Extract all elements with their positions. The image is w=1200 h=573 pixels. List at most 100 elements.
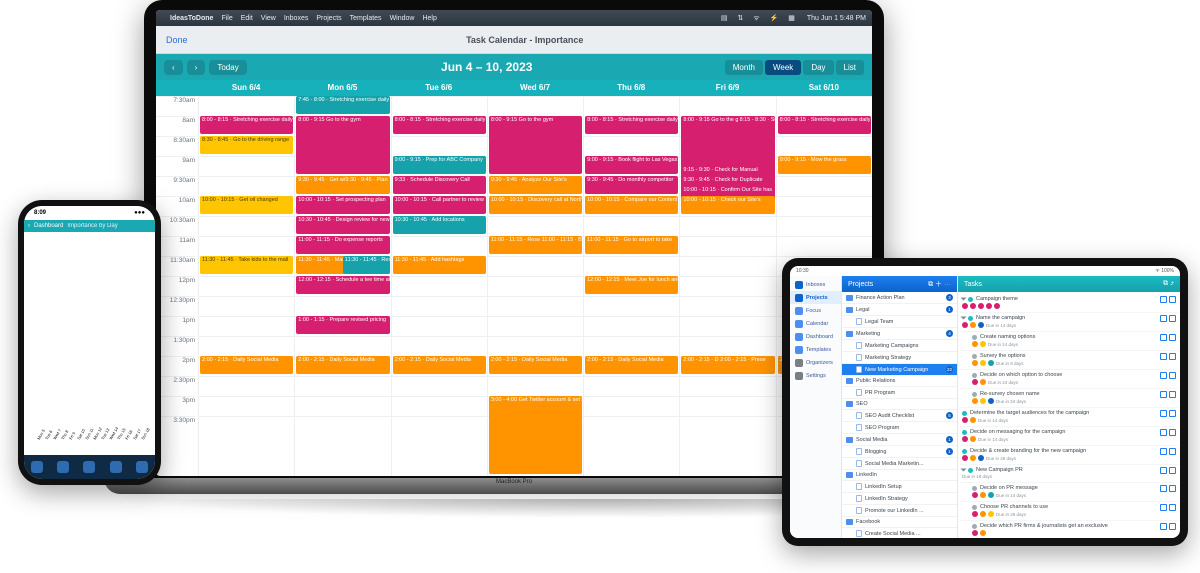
task-item[interactable]: Survey the optionsDue in 9 days xyxy=(960,351,1178,370)
task-item[interactable]: Determine the target audiences for the c… xyxy=(960,408,1178,427)
calendar-event[interactable]: 9:00 - 9:15 · Mow the grass xyxy=(778,156,871,174)
calendar-event[interactable]: 11:00 - 11:15 · Go to airport to take xyxy=(585,236,678,254)
project-item[interactable]: PR Program xyxy=(842,387,957,399)
calendar-event[interactable]: 8:15 - 8:30 · Stretc xyxy=(738,116,775,134)
copy-icon[interactable] xyxy=(1160,334,1167,341)
calendar-event[interactable]: 11:30 - 11:45 · Take kids to the mall xyxy=(200,256,293,274)
calendar-event[interactable]: 10:00 - 10:15 · Compare our Content xyxy=(585,196,678,214)
menu-file[interactable]: File xyxy=(221,15,232,22)
calendar-event[interactable]: 9:30 - 9:45 · Do monthly competitor xyxy=(585,176,678,194)
menu-help[interactable]: Help xyxy=(422,15,436,22)
copy-icon[interactable] xyxy=(1160,504,1167,511)
menu-window[interactable]: Window xyxy=(390,15,415,22)
view-day[interactable]: Day xyxy=(803,60,833,75)
calendar-event[interactable]: 9:30 - 9:45 · Get w/9:30 - 9:45 · Plan xyxy=(296,176,389,194)
task-item[interactable]: Decide on PR messageDue in 14 days xyxy=(960,483,1178,502)
project-item[interactable]: Create Social Media ... xyxy=(842,528,957,538)
sidebar-item-focus[interactable]: Focus xyxy=(790,304,841,317)
calendar-event[interactable]: 10:30 - 10:45 · Design review for new xyxy=(296,216,389,234)
copy-icon[interactable] xyxy=(1160,391,1167,398)
task-item[interactable]: Decide on which option to chooseDue in 2… xyxy=(960,370,1178,389)
project-item[interactable]: Social Media1 xyxy=(842,434,957,446)
view-month[interactable]: Month xyxy=(725,60,763,75)
calendar-event[interactable]: 9:00 - 9:15 · Book flight to Las Vegas xyxy=(585,156,678,174)
copy-icon[interactable] xyxy=(1160,296,1167,303)
calendar-event[interactable]: 2:00 - 2:15 · Daily Social Media xyxy=(489,356,582,374)
menu-edit[interactable]: Edit xyxy=(241,15,253,22)
view-week[interactable]: Week xyxy=(765,60,801,75)
copy-icon[interactable] xyxy=(1160,523,1167,530)
calendar-event[interactable]: 2:00 - 2:15 · Daily Social Media xyxy=(296,356,389,374)
calendar-event[interactable]: 10:00 - 10:15 · Discovery call at North xyxy=(489,196,582,214)
calendar-event[interactable]: 8:00 - 8:15 · Stretching exercise daily xyxy=(778,116,871,134)
header-actions[interactable]: ⧉ ⤴ xyxy=(1163,280,1174,288)
sidebar-item-projects[interactable]: Projects xyxy=(790,291,841,304)
project-item[interactable]: Blogging1 xyxy=(842,446,957,458)
app-name[interactable]: IdeasToDone xyxy=(170,15,213,22)
calendar-event[interactable]: 11:30 - 11:45 · Add hashtags xyxy=(393,256,486,274)
open-icon[interactable] xyxy=(1169,448,1176,455)
calendar-event[interactable]: 11:00 - 11:15 - Rese 11:00 - 11:15 · Bob xyxy=(489,236,582,254)
copy-icon[interactable] xyxy=(1160,353,1167,360)
open-icon[interactable] xyxy=(1169,467,1176,474)
project-item[interactable]: LinkedIn Strategy xyxy=(842,493,957,505)
calendar-event[interactable]: 10:00 - 10:15 · Set prospecting plan xyxy=(296,196,389,214)
chevron-down-icon[interactable] xyxy=(961,298,967,301)
day-column[interactable]: 8:00 - 9:15 Go to the gym8:15 - 8:30 · S… xyxy=(679,96,775,476)
project-item[interactable]: LinkedIn xyxy=(842,470,957,481)
open-icon[interactable] xyxy=(1169,391,1176,398)
day-header[interactable]: Sun 6/4 xyxy=(198,80,294,96)
calendar-event[interactable]: 11:00 - 11:15 · Do expense reports xyxy=(296,236,389,254)
calendar-event[interactable]: 9:00 - 9:15 · Prep for ABC Company xyxy=(393,156,486,174)
sidebar-item-dashboard[interactable]: Dashboard xyxy=(790,330,841,343)
project-item[interactable]: Social Media Marketin... xyxy=(842,458,957,470)
back-icon[interactable]: ‹ xyxy=(28,223,30,229)
iphone-titlebar[interactable]: ‹ Dashboard Importance by Day xyxy=(24,220,155,232)
open-icon[interactable] xyxy=(1169,296,1176,303)
day-header[interactable]: Tue 6/6 xyxy=(391,80,487,96)
day-header[interactable]: Wed 6/7 xyxy=(487,80,583,96)
prev-button[interactable]: ‹ xyxy=(164,60,183,75)
nav-grid-icon[interactable] xyxy=(136,461,148,473)
calendar-event[interactable]: 8:30 - 8:45 · Go to the driving range xyxy=(200,136,293,154)
open-icon[interactable] xyxy=(1169,410,1176,417)
project-item[interactable]: SEO Program xyxy=(842,422,957,434)
day-column[interactable]: 8:00 - 9:15 Go to the gym 9:30 - 9:45 · A… xyxy=(487,96,583,476)
project-item[interactable]: Promote our LinkedIn ... xyxy=(842,505,957,517)
open-icon[interactable] xyxy=(1169,485,1176,492)
sidebar-item-organizers[interactable]: Organizers xyxy=(790,356,841,369)
calendar-event[interactable]: 2:00 - 2:15 · Daily Social Media xyxy=(200,356,293,374)
menu-inboxes[interactable]: Inboxes xyxy=(284,15,309,22)
calendar-event[interactable]: 10:00 - 10:15 · Call partner to review xyxy=(393,196,486,214)
project-item[interactable]: Legal1 xyxy=(842,304,957,316)
chevron-down-icon[interactable] xyxy=(961,317,967,320)
project-item[interactable]: Public Relations xyxy=(842,376,957,387)
task-item[interactable]: Decide & create branding for the new cam… xyxy=(960,446,1178,465)
copy-icon[interactable] xyxy=(1160,410,1167,417)
calendar-event[interactable]: 9:30 - 9:45 · Analyze Our Site's xyxy=(489,176,582,194)
today-button[interactable]: Today xyxy=(209,60,246,75)
task-item[interactable]: Decide which PR firms & journalists get … xyxy=(960,521,1178,538)
nav-list-icon[interactable] xyxy=(110,461,122,473)
menu-view[interactable]: View xyxy=(261,15,276,22)
day-header[interactable]: Mon 6/5 xyxy=(294,80,390,96)
task-item[interactable]: New Campaign PRDue in 18 days xyxy=(960,465,1178,483)
day-column[interactable]: 8:00 - 8:15 · Stretching exercise daily8… xyxy=(198,96,294,476)
header-actions[interactable]: ⧉ ＋ ⋯ xyxy=(928,279,951,289)
task-item[interactable]: Choose PR channels to useDue in 28 days xyxy=(960,502,1178,521)
copy-icon[interactable] xyxy=(1160,372,1167,379)
project-item[interactable]: Marketing Strategy xyxy=(842,352,957,364)
project-item[interactable]: Marketing Campaigns xyxy=(842,340,957,352)
calendar-event[interactable]: 3:00 - 4:00 Get Twitter account & set it… xyxy=(489,396,582,474)
day-header[interactable]: Thu 6/8 xyxy=(583,80,679,96)
calendar-grid[interactable]: 7:30am8am8:30am9am9:30am10am10:30am11am1… xyxy=(156,96,872,476)
calendar-event[interactable]: 2:00 - 2:15 · D 2:00 - 2:15 · Prese xyxy=(681,356,774,374)
calendar-event[interactable]: 8:00 - 9:15 Go to the gym xyxy=(489,116,582,174)
calendar-event[interactable]: 10:30 - 10:45 · Add locations xyxy=(393,216,486,234)
calendar-event[interactable]: 8:00 - 8:15 · Stretching exercise daily … xyxy=(585,116,678,134)
sidebar-item-settings[interactable]: Settings xyxy=(790,369,841,382)
day-column[interactable]: 7:45 - 8:00 · Stretching exercise daily8… xyxy=(294,96,390,476)
sidebar-item-templates[interactable]: Templates xyxy=(790,343,841,356)
macos-menubar[interactable]: IdeasToDone FileEditViewInboxesProjectsT… xyxy=(156,10,872,26)
open-icon[interactable] xyxy=(1169,504,1176,511)
